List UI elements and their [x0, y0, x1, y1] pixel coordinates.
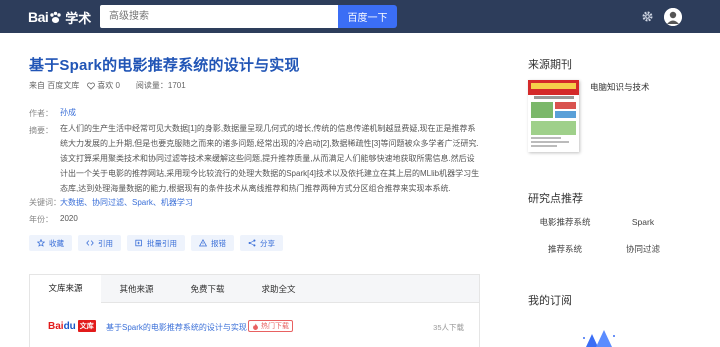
- cite-button[interactable]: 引用: [78, 235, 121, 251]
- fire-icon: [253, 322, 258, 330]
- tab-other-source[interactable]: 其他来源: [101, 275, 172, 303]
- share-icon: [248, 239, 256, 247]
- topic-tag[interactable]: 电影推荐系统: [525, 212, 605, 232]
- journal-name[interactable]: 电脑知识与技术: [590, 81, 650, 93]
- subscribe-illustration: [583, 330, 615, 347]
- report-error-button[interactable]: 报错: [191, 235, 234, 251]
- hot-download-badge: 热门下载: [248, 320, 293, 332]
- batch-icon: [135, 239, 142, 247]
- author-link[interactable]: 孙成: [60, 105, 76, 120]
- source-panel: 文库来源 其他来源 免费下载 求助全文 Bai du 文库 基于Spark的电影…: [29, 274, 480, 347]
- source-row: Bai du 文库 基于Spark的电影推荐系统的设计与实现 热门下载 35人下…: [30, 317, 481, 339]
- topic-tag[interactable]: Spark: [603, 212, 683, 232]
- top-header: Bai 学术 百度一下: [0, 0, 720, 33]
- read-count: 阅读量：1701: [135, 81, 186, 90]
- like-button[interactable]: 喜欢 0: [87, 80, 128, 91]
- keywords-links[interactable]: 大数据、协同过滤、Spark、机器学习: [60, 197, 193, 208]
- batch-cite-button[interactable]: 批量引用: [127, 235, 185, 251]
- like-count: 喜欢 0: [97, 81, 120, 90]
- paper-title[interactable]: 基于Spark的电影推荐系统的设计与实现: [29, 54, 300, 75]
- abstract-text: 在人们的生产生活中经常可见大数据[1]的身影,数据量呈现几何式的增长,传统的信息…: [60, 124, 480, 193]
- search-button[interactable]: 百度一下: [338, 5, 397, 28]
- source-label: 来自 百度文库: [29, 81, 80, 90]
- cite-label: 引用: [98, 238, 113, 248]
- journal-heading: 来源期刊: [528, 59, 572, 71]
- source-tabs: 文库来源 其他来源 免费下载 求助全文: [30, 275, 479, 303]
- collect-button[interactable]: 收藏: [29, 235, 72, 251]
- search-input[interactable]: [101, 6, 337, 27]
- paper-meta: 来自 百度文库 喜欢 0 阅读量：1701: [29, 80, 194, 91]
- paw-icon: [50, 11, 61, 23]
- heart-icon: [87, 82, 96, 90]
- keywords-label: 关键词：: [29, 198, 61, 207]
- code-icon: [86, 240, 94, 246]
- star-icon: [37, 239, 45, 247]
- share-button[interactable]: 分享: [240, 235, 283, 251]
- topics-heading: 研究点推荐: [528, 193, 583, 205]
- source-link[interactable]: 基于Spark的电影推荐系统的设计与实现: [106, 322, 247, 333]
- journal-cover-image: [528, 80, 579, 152]
- abstract-label: 摘要：: [29, 126, 53, 135]
- baidu-wenku-logo: Bai du 文库: [48, 319, 96, 333]
- wenku-logo-a: Bai: [48, 320, 64, 332]
- year-label: 年份：: [29, 215, 53, 224]
- hot-badge-label: 热门下载: [261, 323, 289, 330]
- subscribe-heading: 我的订阅: [528, 295, 572, 307]
- report-error-label: 报错: [211, 238, 226, 248]
- tab-request-fulltext[interactable]: 求助全文: [243, 275, 314, 303]
- baidu-xueshu-logo[interactable]: Bai 学术: [28, 7, 91, 27]
- wenku-logo-c: 文库: [77, 320, 96, 332]
- avatar[interactable]: [664, 8, 682, 26]
- share-label: 分享: [260, 238, 275, 248]
- topic-tag[interactable]: 协同过滤: [603, 239, 683, 259]
- logo-text: Bai: [28, 9, 49, 25]
- avatar-icon: [664, 8, 682, 26]
- wenku-logo-b: du: [63, 320, 76, 332]
- year-value: 2020: [60, 214, 78, 223]
- search-box: [100, 5, 338, 28]
- tab-free-download[interactable]: 免费下载: [172, 275, 243, 303]
- action-bar: 收藏 引用 批量引用 报错 分享: [29, 235, 289, 251]
- topic-tag[interactable]: 推荐系统: [525, 239, 605, 259]
- journal-cover[interactable]: [528, 80, 579, 152]
- author-label: 作者：: [29, 109, 53, 118]
- tab-wenku-source[interactable]: 文库来源: [30, 275, 101, 303]
- batch-cite-label: 批量引用: [147, 238, 177, 248]
- warning-icon: [199, 239, 207, 247]
- gear-icon[interactable]: [641, 10, 654, 23]
- collect-label: 收藏: [49, 238, 64, 248]
- logo-suffix: 学术: [65, 10, 92, 26]
- download-count: 35人下载: [433, 323, 464, 332]
